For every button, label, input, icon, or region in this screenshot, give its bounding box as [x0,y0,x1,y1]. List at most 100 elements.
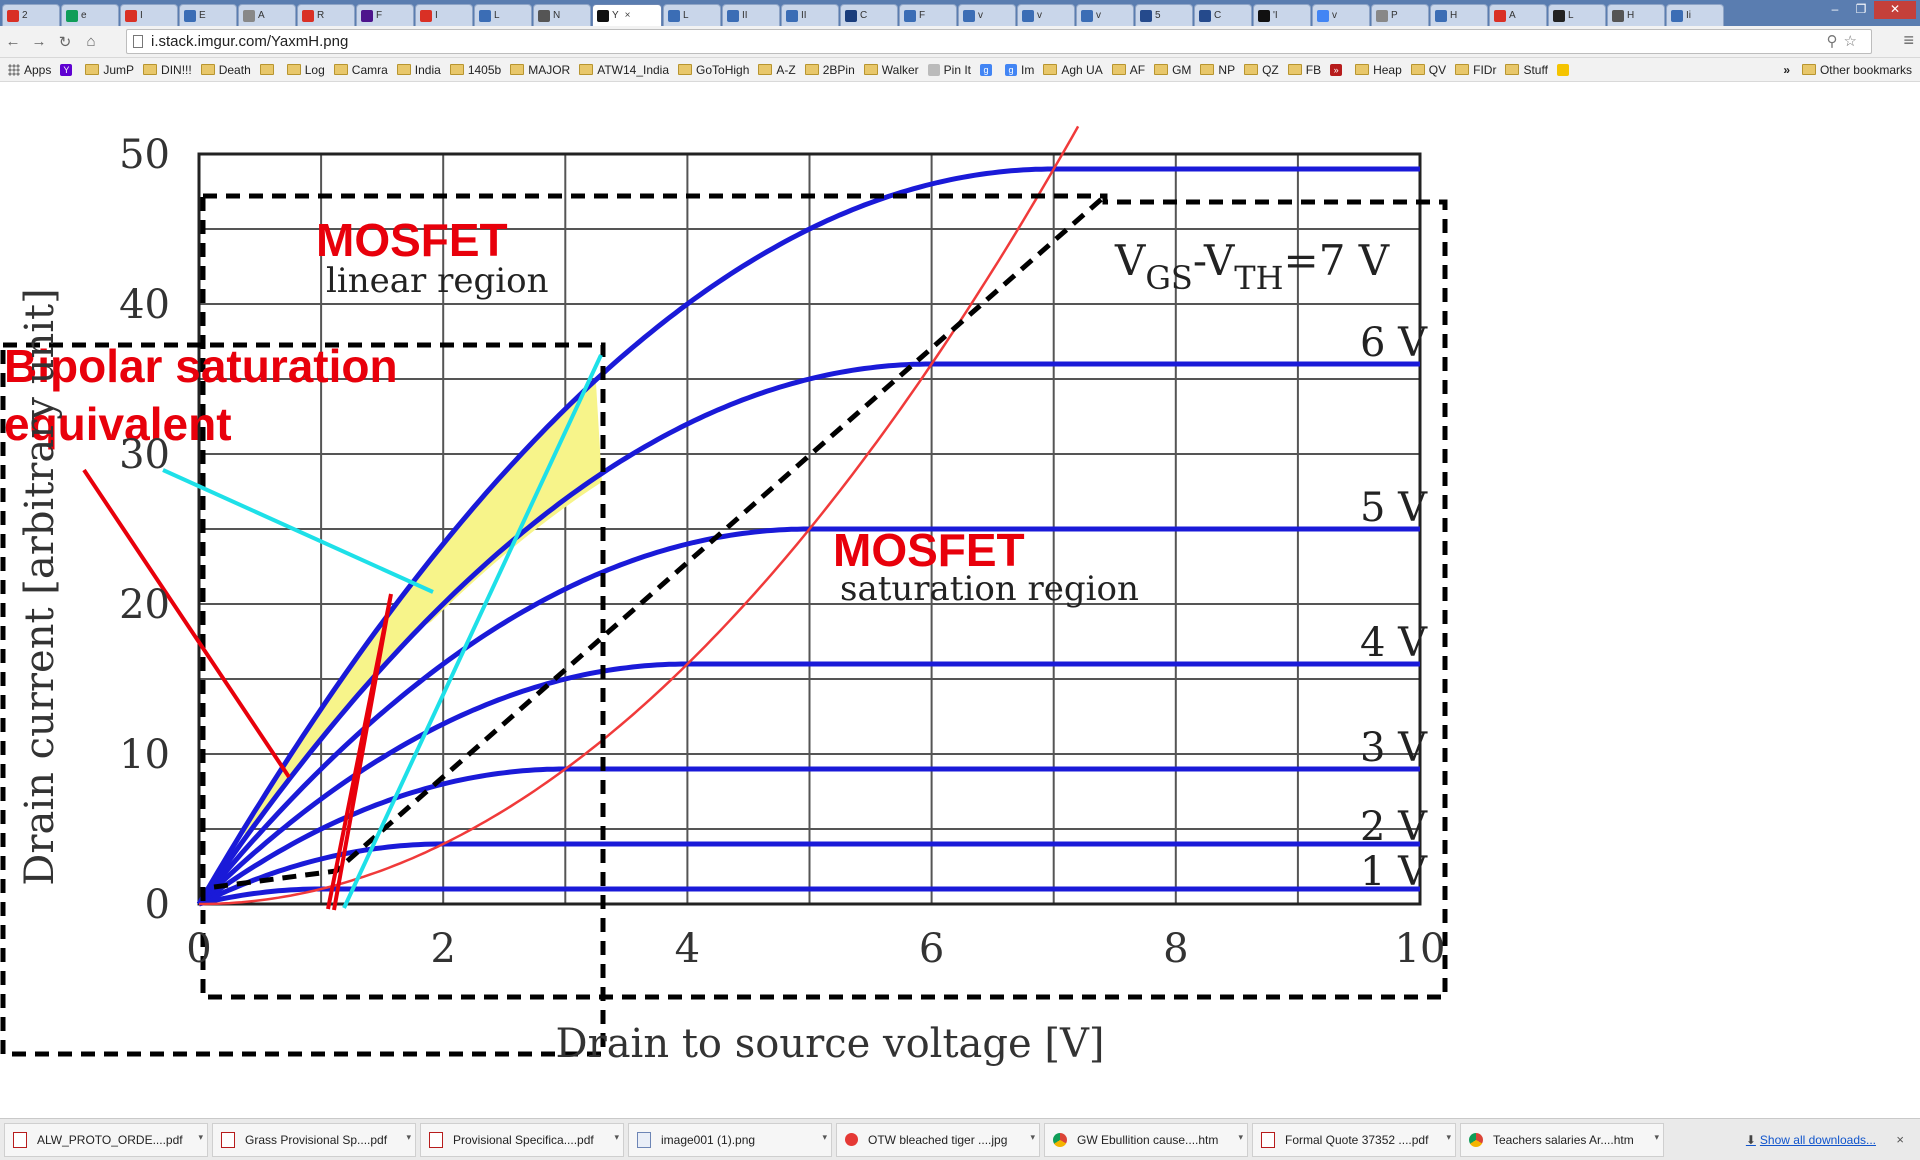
download-menu-icon[interactable]: ▾ [1030,1132,1035,1143]
download-menu-icon[interactable]: ▾ [1238,1132,1243,1143]
bookmark-item[interactable]: A-Z [758,63,796,77]
zoom-icon[interactable]: ⚲ [1827,33,1844,50]
bookmark-item[interactable]: GM [1154,63,1191,77]
bookmark-item[interactable]: AF [1111,63,1145,77]
home-icon[interactable]: ⌂ [78,33,104,50]
forward-icon[interactable]: → [26,33,52,50]
bookmark-item[interactable]: GoToHigh [678,63,749,77]
close-tab-icon[interactable]: × [625,10,631,21]
download-menu-icon[interactable]: ▾ [406,1132,411,1143]
bookmark-item[interactable]: JumP [85,63,134,77]
browser-tab[interactable]: H [1430,4,1488,26]
download-item[interactable]: image001 (1).png ▾ [628,1122,832,1157]
browser-tab[interactable]: v [1017,4,1075,26]
browser-tab[interactable]: e [61,4,119,26]
bookmark-item[interactable]: NP [1200,63,1235,77]
menu-icon[interactable]: ≡ [1903,30,1914,51]
bookmark-item[interactable]: g Im [1005,63,1034,77]
browser-tab[interactable]: 2 [2,4,60,26]
bookmark-item[interactable]: Death [200,63,251,77]
download-menu-icon[interactable]: ▾ [822,1132,827,1143]
close-window-button[interactable]: ✕ [1874,1,1916,19]
maximize-button[interactable]: ❐ [1848,1,1874,19]
browser-tab[interactable]: Ii [1666,4,1724,26]
bookmark-item[interactable]: Walker [863,63,919,77]
bookmark-label: 2BPin [822,62,855,77]
minimize-button[interactable]: – [1822,1,1848,19]
browser-tab[interactable]: 5 [1135,4,1193,26]
bookmark-item[interactable]: Agh UA [1043,63,1103,77]
browser-tab[interactable]: v [1312,4,1370,26]
download-item[interactable]: Grass Provisional Sp....pdf ▾ [212,1122,416,1157]
bookmark-item[interactable]: DIN!!! [143,63,192,77]
close-downloads-button[interactable]: × [1896,1132,1904,1147]
browser-tab[interactable]: F [899,4,957,26]
browser-tab[interactable]: II [722,4,780,26]
tab-label: L [1568,10,1574,21]
bookmark-item[interactable]: MAJOR [510,63,570,77]
bookmark-item[interactable]: India [396,63,441,77]
bookmark-item[interactable]: Stuff [1505,63,1548,77]
browser-tab[interactable]: R [297,4,355,26]
folder-icon [1111,64,1126,75]
bookmark-item[interactable]: Apps [8,63,51,77]
bookmark-item[interactable]: FIDr [1455,63,1496,77]
browser-tab[interactable]: F [356,4,414,26]
download-menu-icon[interactable]: ▾ [1654,1132,1659,1143]
browser-tab[interactable]: A [1489,4,1547,26]
download-item[interactable]: GW Ebullition cause....htm ▾ [1044,1122,1248,1157]
bookmark-item[interactable]: QZ [1244,63,1279,77]
browser-tab[interactable]: C [840,4,898,26]
browser-tab[interactable]: L [1548,4,1606,26]
address-bar[interactable]: i.stack.imgur.com/YaxmH.png ⚲☆ [126,29,1872,54]
browser-tab[interactable]: L [474,4,532,26]
htm-file-icon [1053,1132,1067,1147]
bookmark-item[interactable]: » [1330,63,1346,76]
bookmark-item[interactable]: Heap [1355,63,1402,77]
browser-tab[interactable]: v [1076,4,1134,26]
bookmark-item[interactable]: QV [1410,63,1446,77]
browser-tab[interactable]: H [1607,4,1665,26]
bookmark-item[interactable]: g [980,63,996,76]
bookmark-item[interactable]: 1405b [449,63,501,77]
download-item[interactable]: Formal Quote 37352 ....pdf ▾ [1252,1122,1456,1157]
bookmark-item[interactable]: FB [1287,63,1321,77]
download-menu-icon[interactable]: ▾ [1446,1132,1451,1143]
bookmark-item[interactable]: Log [286,63,325,77]
download-menu-icon[interactable]: ▾ [198,1132,203,1143]
folder-icon [1154,64,1169,75]
other-bookmarks[interactable]: Other bookmarks [1801,63,1912,77]
browser-tab[interactable]: P [1371,4,1429,26]
browser-tab[interactable]: v [958,4,1016,26]
bookmark-item[interactable] [259,64,278,75]
reload-icon[interactable]: ↻ [52,33,78,51]
show-all-downloads-link[interactable]: ⬇ Show all downloads... [1746,1133,1876,1147]
browser-tab[interactable]: II [781,4,839,26]
bookmark-item[interactable]: Camra [333,63,388,77]
bookmark-item[interactable]: Pin It [927,62,972,77]
download-item[interactable]: OTW bleached tiger ....jpg ▾ [836,1122,1040,1157]
browser-tab[interactable]: N [533,4,591,26]
browser-tab[interactable]: C [1194,4,1252,26]
download-menu-icon[interactable]: ▾ [614,1132,619,1143]
bookmark-star-icon[interactable]: ☆ [1844,33,1863,50]
bookmark-item[interactable]: 2BPin [804,62,855,77]
folder-icon [259,64,274,75]
bookmark-item[interactable] [1556,63,1573,76]
download-item[interactable]: ALW_PROTO_ORDE....pdf ▾ [4,1122,208,1157]
more-bookmarks-chevron[interactable]: » [1783,63,1790,77]
bookmark-item[interactable]: Y [60,63,76,76]
back-icon[interactable]: ← [0,33,26,50]
browser-tab[interactable]: E [179,4,237,26]
browser-tab[interactable]: 'I [1253,4,1311,26]
download-item[interactable]: Provisional Specifica....pdf ▾ [420,1122,624,1157]
bookmark-label: Pin It [943,62,972,77]
browser-tab[interactable]: Y × [592,4,662,26]
download-item[interactable]: Teachers salaries Ar....htm ▾ [1460,1122,1664,1157]
browser-tab[interactable]: I [415,4,473,26]
browser-tab[interactable]: A [238,4,296,26]
browser-tab[interactable]: L [663,4,721,26]
folder-icon [286,64,301,75]
bookmark-item[interactable]: ATW14_India [579,63,669,77]
browser-tab[interactable]: I [120,4,178,26]
